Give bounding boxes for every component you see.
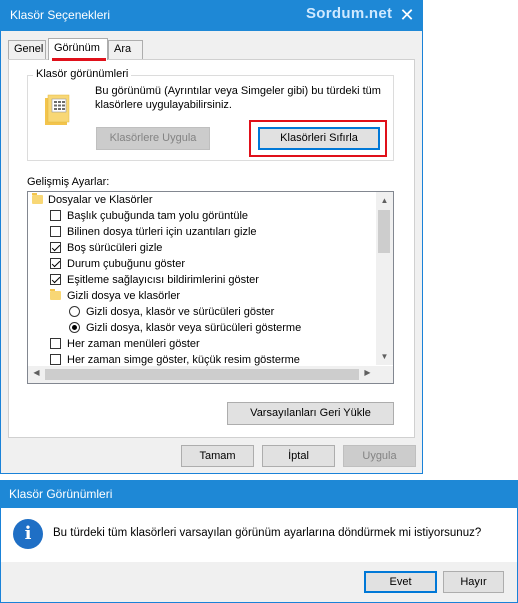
- message-text: Bu türdeki tüm klasörleri varsayılan gör…: [53, 527, 482, 539]
- list-item-label: Her zaman simge göster, küçük resim göst…: [67, 354, 300, 366]
- list-item-checkbox[interactable]: Bilinen dosya türleri için uzantıları gi…: [50, 224, 257, 240]
- list-item-label: Bilinen dosya türleri için uzantıları gi…: [67, 226, 257, 238]
- horizontal-scrollbar[interactable]: ◀ ▶: [28, 366, 376, 383]
- active-tab-highlight: [52, 58, 106, 61]
- no-button[interactable]: Hayır: [443, 571, 504, 593]
- scroll-right-icon[interactable]: ▶: [359, 368, 376, 377]
- list-item-label: Boş sürücüleri gizle: [67, 242, 163, 254]
- checkbox-checked[interactable]: [50, 274, 61, 285]
- advanced-settings-label: Gelişmiş Ayarlar:: [27, 176, 110, 188]
- scroll-up-icon[interactable]: ▲: [376, 196, 393, 205]
- vertical-scrollbar[interactable]: ▲ ▼: [376, 192, 393, 365]
- checkbox[interactable]: [50, 210, 61, 221]
- checkbox-checked[interactable]: [50, 242, 61, 253]
- folder-views-description: Bu görünümü (Ayrıntılar veya Simgeler gi…: [95, 85, 381, 111]
- list-item-checkbox[interactable]: Boş sürücüleri gizle: [50, 240, 162, 256]
- cancel-button[interactable]: İptal: [262, 445, 335, 467]
- list-item-checkbox[interactable]: Eşitleme sağlayıcısı bildirimlerini göst…: [50, 272, 259, 288]
- scrollbar-thumb[interactable]: [45, 369, 359, 380]
- list-item-label: Başlık çubuğunda tam yolu görüntüle: [67, 210, 249, 222]
- info-icon: i: [13, 519, 43, 549]
- tab-label: Ara: [114, 43, 132, 55]
- list-item-label: Durum çubuğunu göster: [67, 258, 186, 270]
- radio-button-selected[interactable]: [69, 322, 80, 333]
- list-item-label: Gizli dosya, klasör ve sürücüleri göster: [86, 306, 275, 318]
- reset-folders-button[interactable]: Klasörleri Sıfırla: [258, 127, 380, 150]
- folder-options-titlebar: Klasör Seçenekleri Sordum.net ✕: [0, 0, 423, 31]
- scroll-left-icon[interactable]: ◀: [28, 368, 45, 377]
- list-item-radio[interactable]: Gizli dosya, klasör veya sürücüleri göst…: [69, 320, 301, 336]
- checkbox[interactable]: [50, 226, 61, 237]
- scrollbar-corner: [376, 366, 393, 383]
- folder-view-icon: [45, 94, 70, 125]
- folder-icon: [50, 289, 61, 300]
- list-item-checkbox[interactable]: Başlık çubuğunda tam yolu görüntüle: [50, 208, 248, 224]
- tab-general[interactable]: Genel: [8, 40, 46, 59]
- yes-button[interactable]: Evet: [364, 571, 437, 593]
- ok-button[interactable]: Tamam: [181, 445, 254, 467]
- window-title: Klasör Seçenekleri: [10, 8, 111, 22]
- checkbox[interactable]: [50, 338, 61, 349]
- radio-button[interactable]: [69, 306, 80, 317]
- checkbox-checked[interactable]: [50, 258, 61, 269]
- list-item-checkbox[interactable]: Her zaman menüleri göster: [50, 336, 200, 352]
- message-box-footer: [1, 562, 517, 602]
- scrollbar-thumb[interactable]: [378, 210, 390, 253]
- restore-defaults-button[interactable]: Varsayılanları Geri Yükle: [227, 402, 394, 425]
- folder-icon: [32, 193, 43, 204]
- apply-to-folders-button[interactable]: Klasörlere Uygula: [96, 127, 210, 150]
- tab-view[interactable]: Görünüm: [48, 38, 108, 60]
- list-item-checkbox[interactable]: Durum çubuğunu göster: [50, 256, 185, 272]
- close-icon[interactable]: ✕: [395, 3, 419, 27]
- list-item-folder[interactable]: Gizli dosya ve klasörler: [50, 288, 180, 304]
- watermark: Sordum.net: [306, 5, 393, 22]
- advanced-settings-list[interactable]: Dosyalar ve Klasörler Başlık çubuğunda t…: [27, 191, 394, 384]
- tab-search[interactable]: Ara: [108, 40, 143, 59]
- checkbox[interactable]: [50, 354, 61, 365]
- list-item-radio[interactable]: Gizli dosya, klasör ve sürücüleri göster: [69, 304, 274, 320]
- tab-label: Genel: [14, 43, 44, 55]
- scroll-down-icon[interactable]: ▼: [376, 352, 393, 361]
- tab-label: Görünüm: [54, 42, 100, 54]
- list-item-label: Gizli dosya ve klasörler: [67, 290, 181, 302]
- list-item-label: Dosyalar ve Klasörler: [48, 194, 153, 206]
- message-box-title: Klasör Görünümleri: [9, 487, 113, 501]
- folder-views-legend: Klasör görünümleri: [33, 68, 132, 80]
- list-item-label: Eşitleme sağlayıcısı bildirimlerini göst…: [67, 274, 259, 286]
- list-item-label: Gizli dosya, klasör veya sürücüleri göst…: [86, 322, 302, 334]
- apply-button[interactable]: Uygula: [343, 445, 416, 467]
- message-box-titlebar: Klasör Görünümleri: [0, 480, 518, 508]
- list-item-folder[interactable]: Dosyalar ve Klasörler: [32, 192, 153, 208]
- list-item-label: Her zaman menüleri göster: [67, 338, 200, 350]
